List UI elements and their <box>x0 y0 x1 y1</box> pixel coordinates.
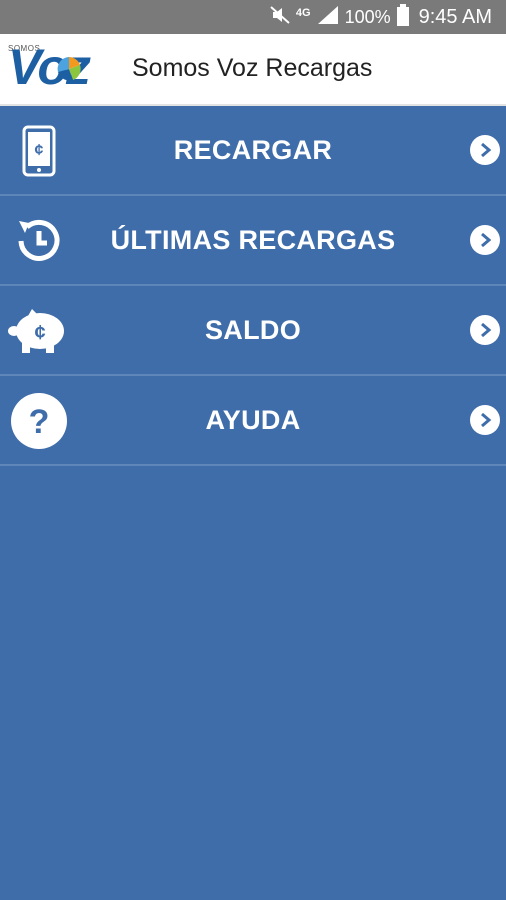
signal-icon <box>317 5 339 30</box>
menu-item-label: ÚLTIMAS RECARGAS <box>110 224 396 255</box>
history-icon <box>8 210 70 272</box>
menu-item-ultimas-recargas[interactable]: ÚLTIMAS RECARGAS <box>0 196 506 286</box>
menu-item-label: SALDO <box>205 314 301 345</box>
piggy-bank-icon: ¢ <box>8 300 70 362</box>
battery-icon <box>396 3 409 31</box>
menu-item-recargar[interactable]: ¢ RECARGAR <box>0 106 506 196</box>
clock: 9:45 AM <box>418 5 492 28</box>
menu-item-ayuda[interactable]: ? AYUDA <box>0 376 506 466</box>
svg-text:¢: ¢ <box>35 142 44 159</box>
main-menu: ¢ RECARGAR ÚLTIMAS RECARGAS ¢ SALDO ? AY… <box>0 106 506 466</box>
svg-text:?: ? <box>29 403 50 441</box>
logo-mark-icon <box>57 57 81 81</box>
app-bar: SOMOS Voz Somos Voz Recargas <box>0 34 506 106</box>
phone-colon-icon: ¢ <box>8 120 70 182</box>
menu-item-saldo[interactable]: ¢ SALDO <box>0 286 506 376</box>
battery-percent: 100% <box>344 6 391 27</box>
svg-text:¢: ¢ <box>34 322 45 344</box>
app-title: Somos Voz Recargas <box>132 54 373 82</box>
help-icon: ? <box>8 390 70 452</box>
chevron-right-icon <box>470 405 500 435</box>
chevron-right-icon <box>470 225 500 255</box>
chevron-right-icon <box>470 135 500 165</box>
menu-item-label: AYUDA <box>205 404 301 435</box>
status-bar: 4G 100% 9:45 AM <box>0 0 506 34</box>
chevron-right-icon <box>470 315 500 345</box>
app-logo: SOMOS Voz <box>6 38 128 100</box>
mute-icon <box>270 5 290 29</box>
network-type: 4G <box>295 6 311 19</box>
menu-item-label: RECARGAR <box>173 134 333 165</box>
